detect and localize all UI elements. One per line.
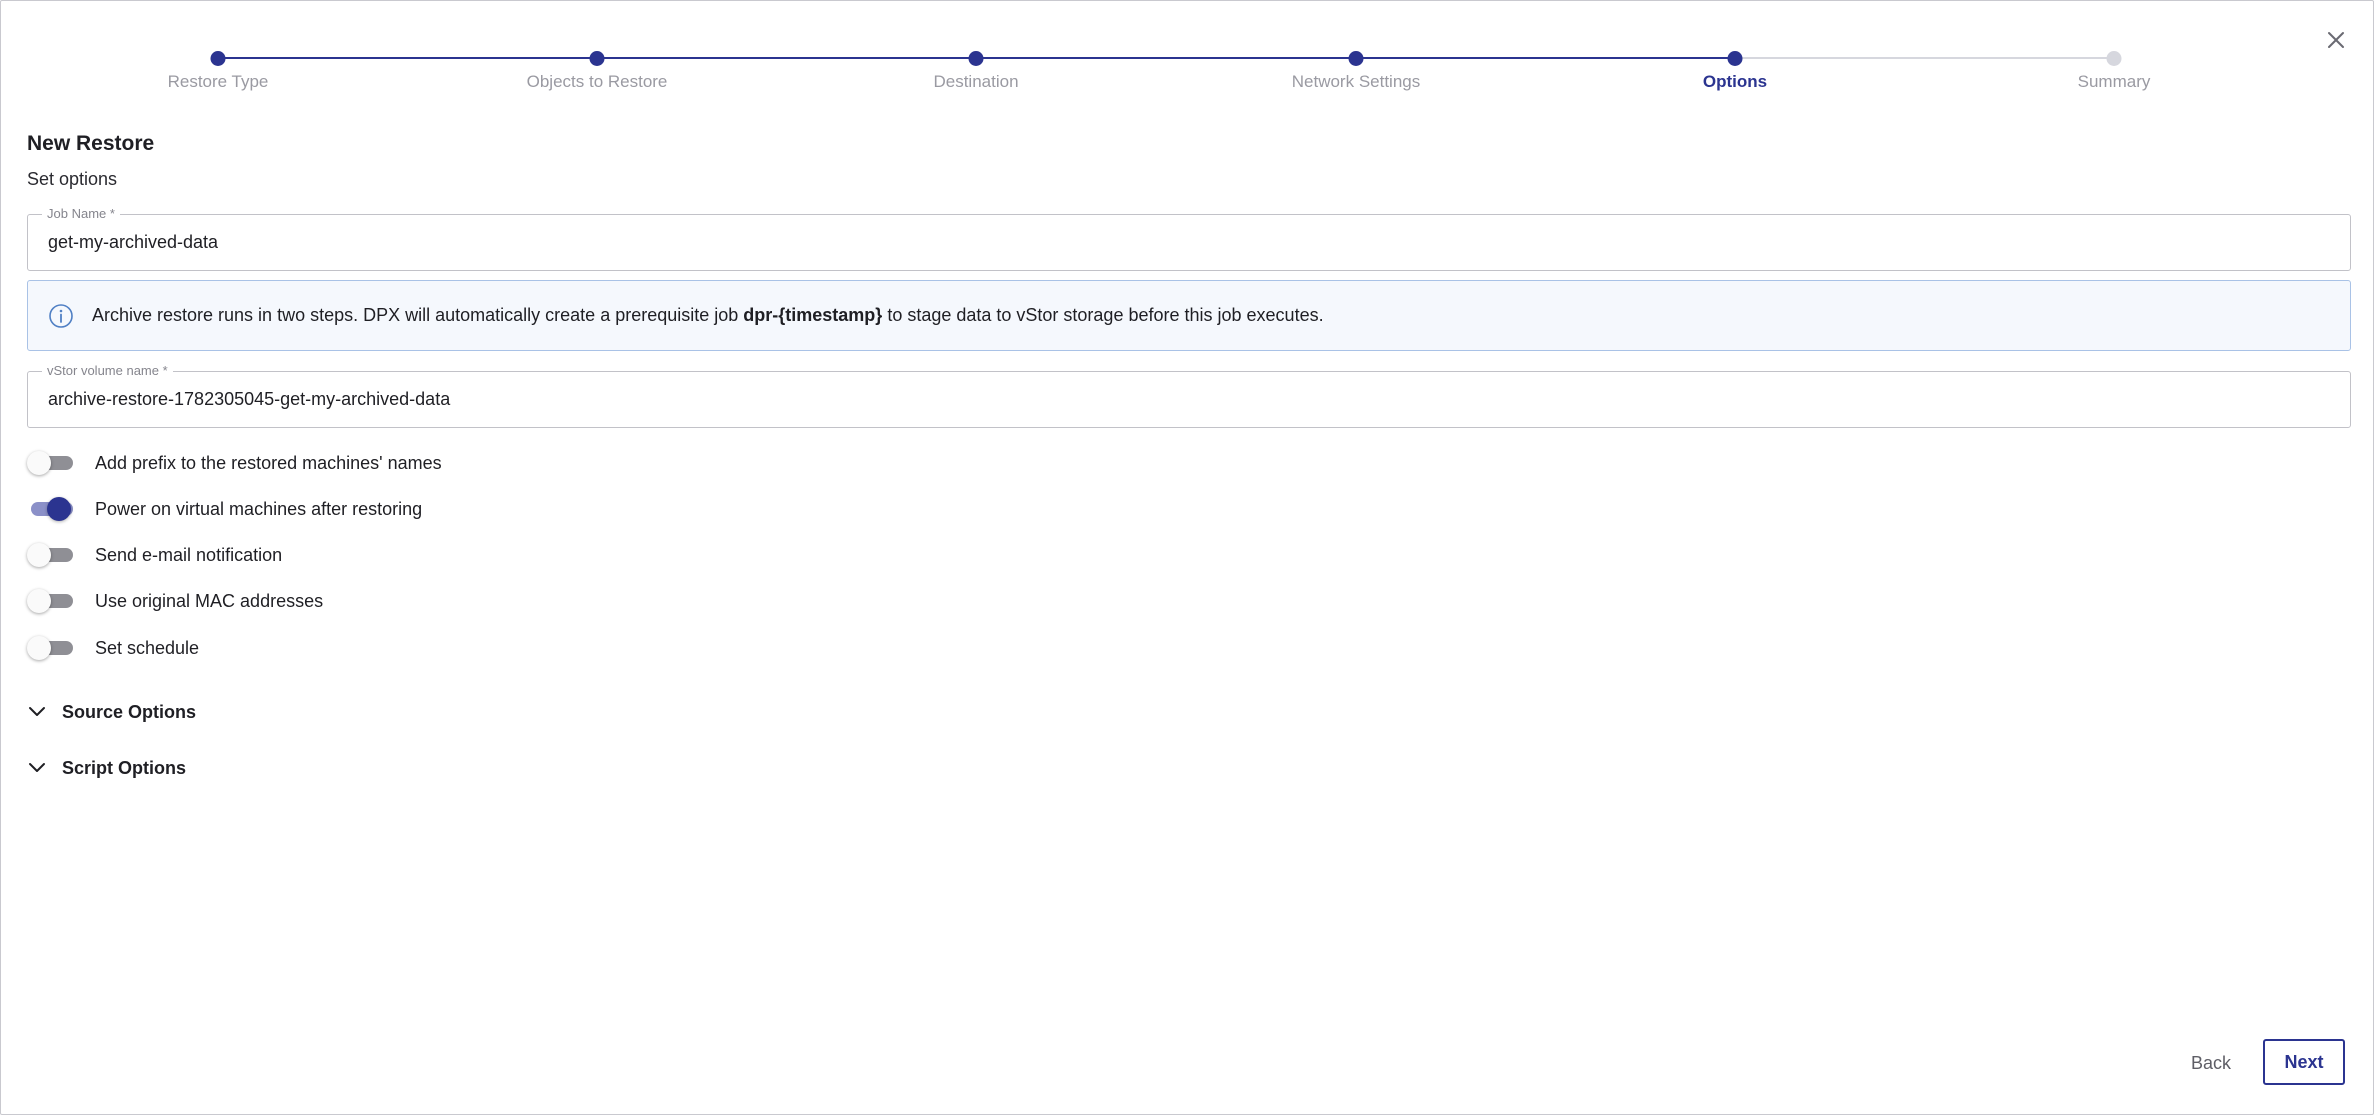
step-dot-objects-to-restore[interactable] — [589, 51, 605, 66]
step-label-objects-to-restore[interactable]: Objects to Restore — [447, 72, 747, 92]
step-label-network-settings[interactable]: Network Settings — [1206, 72, 1506, 92]
restore-dialog: Restore Type Objects to Restore Destinat… — [0, 0, 2374, 1115]
chevron-down-icon — [29, 707, 45, 716]
vstor-volume-field[interactable]: vStor volume name * — [27, 363, 2351, 428]
job-name-field[interactable]: Job Name * — [27, 206, 2351, 271]
add-prefix-toggle[interactable] — [27, 450, 73, 476]
vstor-volume-input[interactable] — [48, 389, 2248, 410]
step-label-options[interactable]: Options — [1585, 72, 1885, 92]
info-text-before: Archive restore runs in two steps. DPX w… — [92, 305, 744, 325]
page-title: New Restore — [27, 132, 155, 155]
step-dot-options[interactable] — [1727, 51, 1743, 66]
step-label-destination[interactable]: Destination — [826, 72, 1126, 92]
job-name-label: Job Name * — [42, 206, 120, 221]
page-subtitle: Set options — [27, 169, 118, 189]
add-prefix-label: Add prefix to the restored machines' nam… — [95, 452, 442, 473]
set-schedule-toggle[interactable] — [27, 635, 73, 661]
chevron-down-icon — [29, 763, 45, 772]
script-options-label: Script Options — [62, 757, 187, 778]
vstor-volume-label: vStor volume name * — [42, 363, 173, 378]
wizard-stepper: Restore Type Objects to Restore Destinat… — [1, 1, 2376, 101]
info-text-after: to stage data to vStor storage before th… — [882, 305, 1324, 325]
close-button[interactable] — [2321, 25, 2351, 55]
original-mac-label: Use original MAC addresses — [95, 590, 324, 611]
info-text: Archive restore runs in two steps. DPX w… — [92, 305, 1324, 326]
power-on-label: Power on virtual machines after restorin… — [95, 498, 423, 519]
toggle-row-power-on[interactable]: Power on virtual machines after restorin… — [27, 494, 422, 524]
step-label-summary[interactable]: Summary — [1964, 72, 2264, 92]
original-mac-toggle[interactable] — [27, 588, 73, 614]
toggle-row-email-notification[interactable]: Send e-mail notification — [27, 540, 282, 570]
script-options-accordion[interactable]: Script Options — [27, 753, 186, 783]
power-on-toggle[interactable] — [27, 496, 73, 522]
toggle-row-original-mac[interactable]: Use original MAC addresses — [27, 586, 323, 616]
email-notification-toggle[interactable] — [27, 542, 73, 568]
source-options-label: Source Options — [62, 701, 197, 722]
stepper-line-pending — [1735, 57, 2114, 59]
close-icon — [2328, 32, 2344, 48]
step-label-restore-type[interactable]: Restore Type — [68, 72, 368, 92]
back-button[interactable]: Back — [2181, 1041, 2241, 1085]
step-dot-destination[interactable] — [968, 51, 984, 66]
info-text-job-name: dpr-{timestamp} — [743, 305, 883, 325]
toggle-row-add-prefix[interactable]: Add prefix to the restored machines' nam… — [27, 448, 442, 478]
set-schedule-label: Set schedule — [95, 637, 200, 658]
job-name-input[interactable] — [48, 232, 2248, 253]
next-button[interactable]: Next — [2263, 1039, 2345, 1085]
toggle-row-set-schedule[interactable]: Set schedule — [27, 633, 199, 663]
step-dot-network-settings[interactable] — [1348, 51, 1364, 66]
source-options-accordion[interactable]: Source Options — [27, 697, 196, 727]
info-icon — [49, 304, 73, 328]
step-dot-summary[interactable] — [2106, 51, 2122, 66]
email-notification-label: Send e-mail notification — [95, 544, 283, 565]
step-dot-restore-type[interactable] — [210, 51, 226, 66]
info-banner: Archive restore runs in two steps. DPX w… — [27, 280, 2351, 351]
